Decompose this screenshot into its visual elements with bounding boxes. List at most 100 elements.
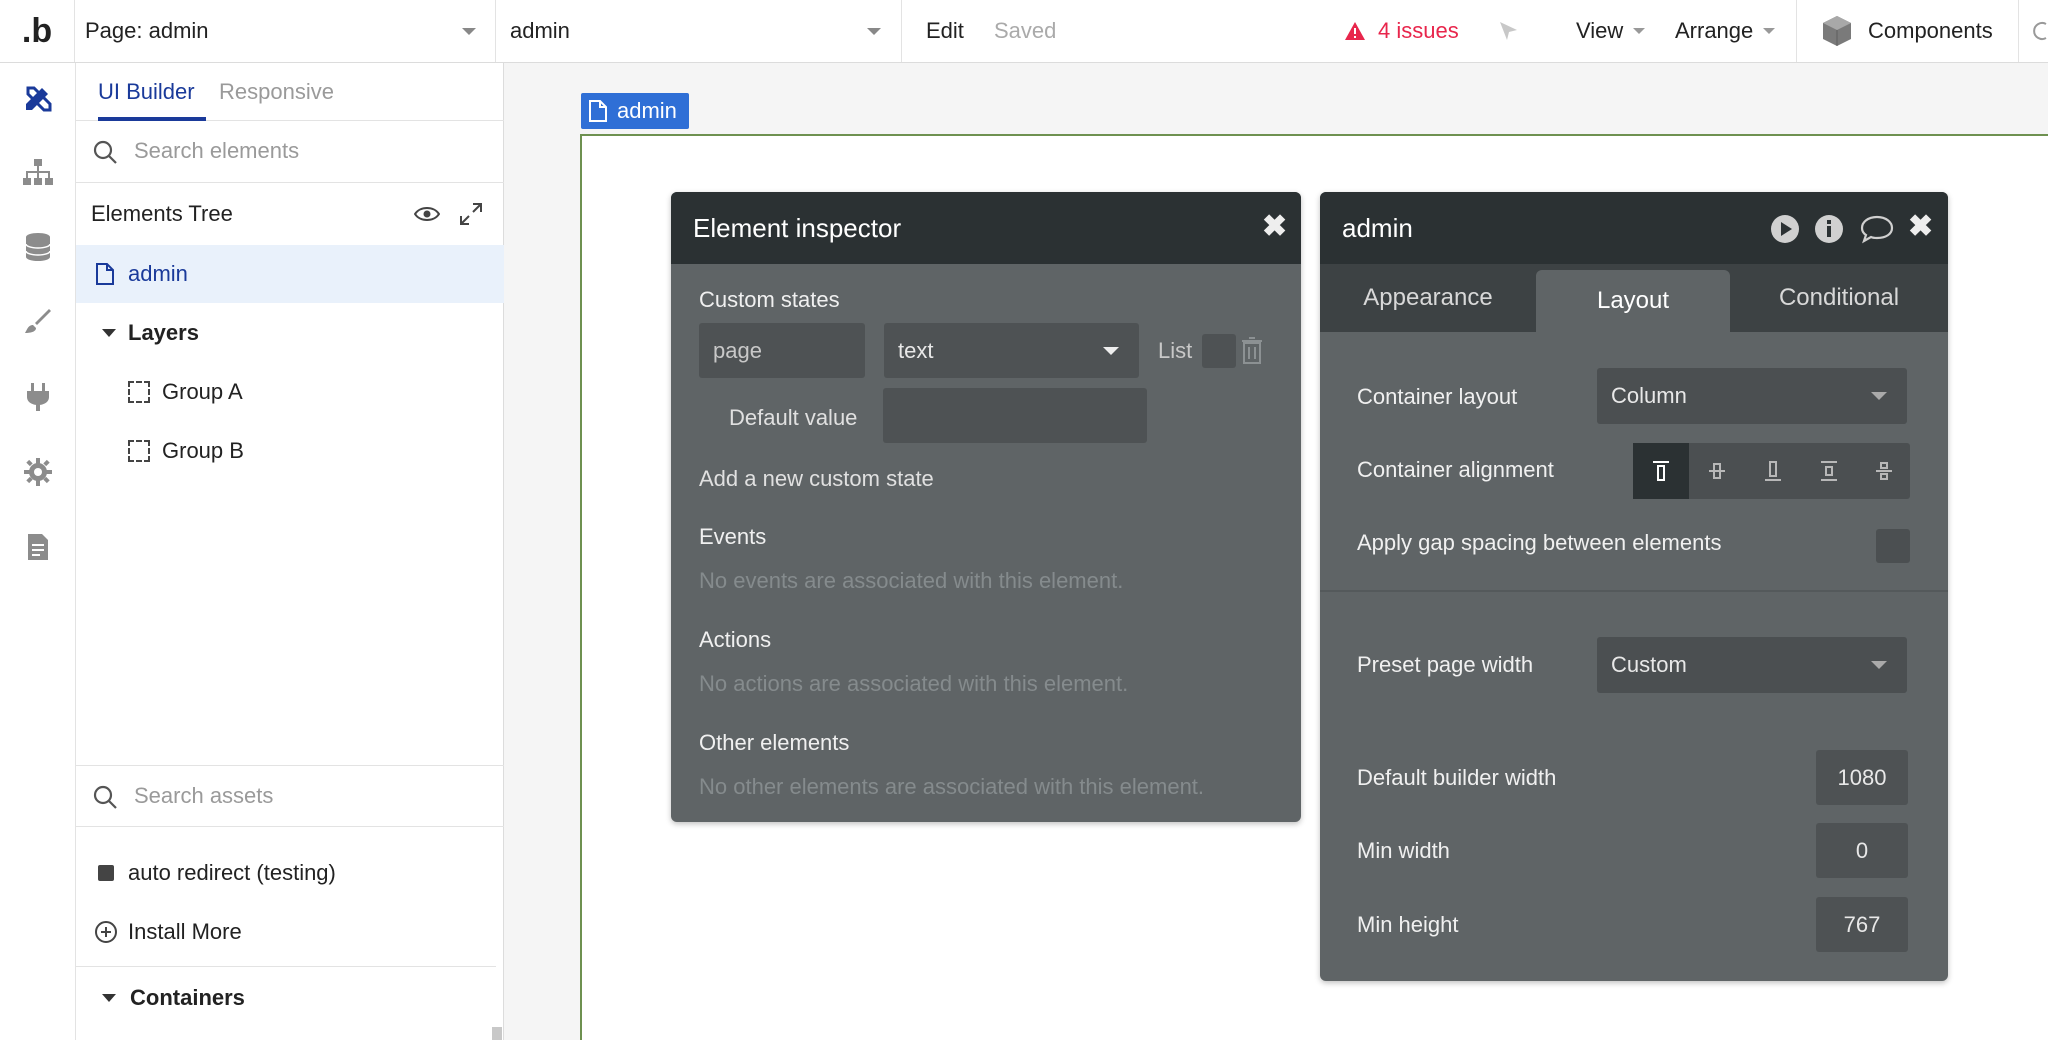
group-icon bbox=[128, 381, 150, 403]
container-layout-dropdown[interactable]: Column bbox=[1597, 368, 1907, 424]
close-icon[interactable]: ✖ bbox=[1262, 209, 1287, 244]
search-icon bbox=[93, 785, 117, 809]
events-empty-text: No events are associated with this eleme… bbox=[699, 568, 1124, 593]
list-checkbox[interactable] bbox=[1202, 334, 1236, 368]
tab-layout[interactable]: Layout bbox=[1536, 270, 1730, 332]
other-elements-empty-text: No other elements are associated with th… bbox=[699, 774, 1205, 799]
add-custom-state-link[interactable]: Add a new custom state bbox=[699, 466, 934, 492]
min-width-input[interactable]: 0 bbox=[1816, 823, 1908, 878]
issues-count: 4 issues bbox=[1378, 18, 1459, 43]
builder-tabs: UI Builder Responsive bbox=[76, 63, 504, 121]
space-between-icon[interactable] bbox=[1801, 443, 1857, 499]
default-value-input[interactable] bbox=[883, 388, 1147, 443]
page-select-caret[interactable] bbox=[867, 0, 881, 62]
collapse-caret-icon[interactable] bbox=[102, 329, 116, 337]
design-tab-icon[interactable] bbox=[20, 80, 56, 116]
page-dropdown-caret[interactable] bbox=[462, 0, 476, 62]
plugin-label: auto redirect (testing) bbox=[128, 860, 336, 885]
close-icon[interactable]: ✖ bbox=[1908, 209, 1933, 244]
container-alignment-label: Container alignment bbox=[1357, 457, 1554, 482]
chevron-down-icon bbox=[1103, 347, 1119, 355]
align-top-icon[interactable] bbox=[1633, 443, 1689, 499]
page-selector-label[interactable]: Page: admin bbox=[85, 0, 209, 62]
settings-tab-icon[interactable] bbox=[20, 454, 56, 490]
align-center-icon[interactable] bbox=[1689, 443, 1745, 499]
tab-ui-builder[interactable]: UI Builder bbox=[98, 79, 195, 105]
search-assets-input[interactable]: Search assets bbox=[134, 783, 273, 809]
builder-width-input[interactable]: 1080 bbox=[1816, 750, 1908, 805]
chevron-down-icon bbox=[1871, 392, 1887, 400]
page-icon bbox=[589, 100, 607, 122]
warning-icon bbox=[1345, 22, 1365, 40]
expand-icon[interactable] bbox=[460, 203, 482, 225]
tree-item-group-b[interactable]: Group B bbox=[76, 422, 504, 480]
info-icon[interactable] bbox=[1814, 214, 1844, 244]
property-editor-panel: admin ✖ Appearance Layout Conditional Co… bbox=[1320, 192, 1948, 981]
page-select-dropdown[interactable]: admin bbox=[510, 0, 570, 62]
containers-section[interactable]: Containers bbox=[76, 969, 504, 1027]
tree-item-page-admin[interactable]: admin bbox=[76, 245, 504, 303]
data-tab-icon[interactable] bbox=[20, 229, 56, 265]
collapse-caret-icon[interactable] bbox=[102, 994, 116, 1002]
page-icon bbox=[96, 263, 114, 285]
refresh-icon[interactable] bbox=[2030, 0, 2048, 62]
divider bbox=[76, 966, 496, 967]
builder-width-label: Default builder width bbox=[1357, 765, 1557, 790]
chevron-down-icon bbox=[1871, 661, 1887, 669]
cursor-arrow-icon bbox=[1500, 22, 1517, 40]
elements-tree-title: Elements Tree bbox=[91, 201, 233, 226]
logs-tab-icon[interactable] bbox=[20, 529, 56, 565]
tab-conditional[interactable]: Conditional bbox=[1730, 264, 1948, 332]
space-around-icon[interactable] bbox=[1857, 443, 1910, 499]
trash-icon[interactable] bbox=[1241, 336, 1263, 364]
install-more-label: Install More bbox=[128, 919, 242, 944]
bubble-logo[interactable]: .b bbox=[0, 0, 75, 62]
preset-width-label: Preset page width bbox=[1357, 652, 1534, 677]
min-height-input[interactable]: 767 bbox=[1816, 897, 1908, 952]
property-editor-title: admin bbox=[1342, 212, 1413, 243]
inspect-cursor-button[interactable] bbox=[1497, 0, 1521, 62]
scrollbar[interactable] bbox=[492, 1027, 502, 1040]
issues-button[interactable]: 4 issues bbox=[1344, 0, 1459, 62]
left-icon-rail bbox=[0, 63, 76, 1040]
state-name-input[interactable]: page bbox=[699, 323, 865, 378]
components-label: Components bbox=[1868, 18, 1993, 43]
page-badge[interactable]: admin bbox=[581, 93, 689, 129]
plugins-tab-icon[interactable] bbox=[20, 379, 56, 415]
components-button[interactable]: Components bbox=[1820, 0, 1993, 62]
events-label: Events bbox=[699, 524, 767, 549]
tab-appearance[interactable]: Appearance bbox=[1320, 264, 1536, 332]
property-editor-header: admin bbox=[1320, 192, 1948, 264]
gap-spacing-label: Apply gap spacing between elements bbox=[1357, 530, 1722, 555]
view-menu[interactable]: View bbox=[1576, 0, 1646, 62]
section-divider bbox=[1320, 590, 1948, 592]
other-elements-label: Other elements bbox=[699, 730, 850, 755]
install-more-button[interactable]: Install More bbox=[76, 903, 504, 961]
play-icon[interactable] bbox=[1770, 214, 1800, 244]
styles-tab-icon[interactable] bbox=[20, 303, 56, 339]
state-type-dropdown[interactable]: text bbox=[884, 323, 1139, 378]
tree-item-layers[interactable]: Layers bbox=[76, 304, 504, 362]
search-assets-row[interactable]: Search assets bbox=[76, 765, 504, 827]
workflow-tab-icon[interactable] bbox=[20, 154, 56, 190]
align-bottom-icon[interactable] bbox=[1745, 443, 1801, 499]
min-height-label: Min height bbox=[1357, 912, 1459, 937]
actions-label: Actions bbox=[699, 627, 772, 652]
tree-item-group-a[interactable]: Group A bbox=[76, 363, 504, 421]
search-elements-row[interactable]: Search elements bbox=[76, 121, 504, 183]
element-inspector-title: Element inspector bbox=[693, 212, 902, 243]
eye-icon[interactable] bbox=[414, 205, 440, 223]
plugin-auto-redirect[interactable]: auto redirect (testing) bbox=[76, 844, 504, 902]
actions-empty-text: No actions are associated with this elem… bbox=[699, 671, 1129, 696]
arrange-menu[interactable]: Arrange bbox=[1675, 0, 1776, 62]
preset-width-dropdown[interactable]: Custom bbox=[1597, 637, 1907, 693]
cube-icon bbox=[1823, 16, 1851, 46]
tab-responsive[interactable]: Responsive bbox=[219, 79, 334, 105]
plus-circle-icon bbox=[95, 921, 117, 943]
edit-mode-label[interactable]: Edit bbox=[926, 0, 964, 62]
container-layout-label: Container layout bbox=[1357, 384, 1518, 409]
gap-spacing-checkbox[interactable] bbox=[1876, 529, 1910, 563]
element-inspector-header: Element inspector bbox=[671, 192, 1301, 264]
comment-icon[interactable] bbox=[1860, 214, 1894, 244]
search-elements-input[interactable]: Search elements bbox=[134, 138, 299, 164]
